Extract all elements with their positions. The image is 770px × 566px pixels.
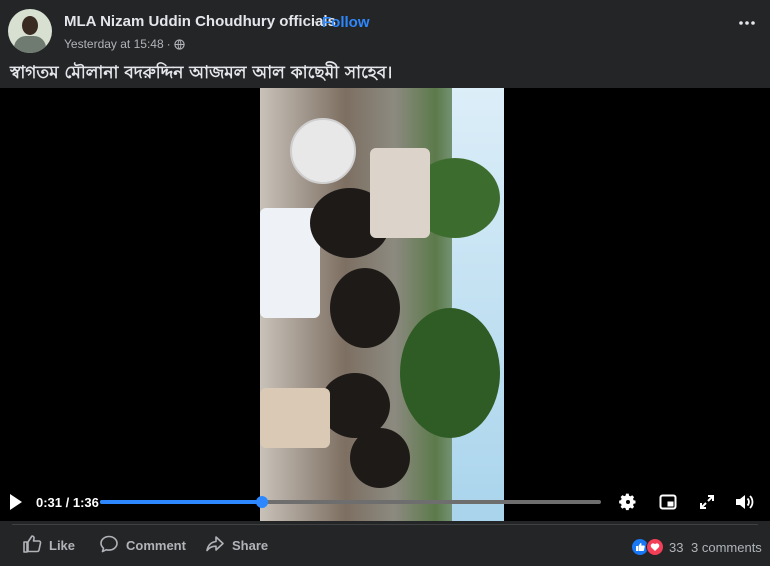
page-name-link[interactable]: MLA Nizam Uddin Choudhury officials [64, 13, 336, 30]
comment-button[interactable]: Comment [99, 534, 186, 557]
video-controls: 0:31 / 1:36 [0, 486, 770, 518]
love-reaction-icon [646, 538, 664, 556]
play-icon[interactable] [10, 494, 22, 510]
reaction-count[interactable]: 33 [669, 540, 683, 555]
video-person [350, 428, 410, 488]
page-avatar[interactable] [8, 9, 52, 53]
video-flowers [370, 148, 430, 238]
comment-bubble-icon [99, 534, 119, 557]
share-arrow-icon [205, 534, 225, 557]
settings-gear-icon[interactable] [616, 491, 640, 513]
video-time: 0:31 / 1:36 [36, 495, 99, 510]
volume-icon[interactable] [732, 491, 756, 513]
video-tree [400, 308, 500, 438]
video-person-cap [290, 118, 356, 184]
progress-bar[interactable] [100, 496, 601, 508]
avatar-body [14, 36, 46, 53]
video-sky [452, 88, 504, 521]
actions-divider [12, 524, 758, 525]
progress-fill [100, 500, 262, 504]
fullscreen-icon[interactable] [695, 491, 719, 513]
video-person [260, 388, 330, 448]
share-label: Share [232, 538, 269, 553]
globe-icon [173, 38, 185, 50]
video-player[interactable] [0, 88, 770, 521]
comment-label: Comment [126, 538, 186, 553]
video-frame[interactable] [260, 88, 504, 521]
comments-count-link[interactable]: 3 comments [691, 540, 762, 555]
share-button[interactable]: Share [205, 534, 268, 557]
name-separator: · [313, 13, 318, 30]
post-actions: Like Comment Share 33 3 comments [0, 526, 770, 566]
video-person [330, 268, 400, 348]
reaction-summary[interactable]: 33 [631, 538, 683, 556]
thumbs-up-icon [22, 534, 42, 557]
post-timestamp[interactable]: Yesterday at 15:48 [64, 37, 164, 51]
post-caption: স্বাগতম মৌলানা বদরুদ্দিন আজমল আল কাছেমী … [10, 63, 393, 83]
progress-handle[interactable] [255, 496, 268, 508]
post-meta: Yesterday at 15:48 · [64, 37, 185, 51]
like-button[interactable]: Like [22, 534, 75, 557]
like-label: Like [49, 538, 76, 553]
more-options-icon[interactable] [736, 14, 758, 32]
mini-player-icon[interactable] [656, 491, 680, 513]
follow-button[interactable]: Follow [322, 14, 370, 31]
avatar-head [22, 16, 38, 35]
timestamp-separator: · [166, 37, 171, 51]
post-header: MLA Nizam Uddin Choudhury officials · Fo… [0, 0, 770, 88]
